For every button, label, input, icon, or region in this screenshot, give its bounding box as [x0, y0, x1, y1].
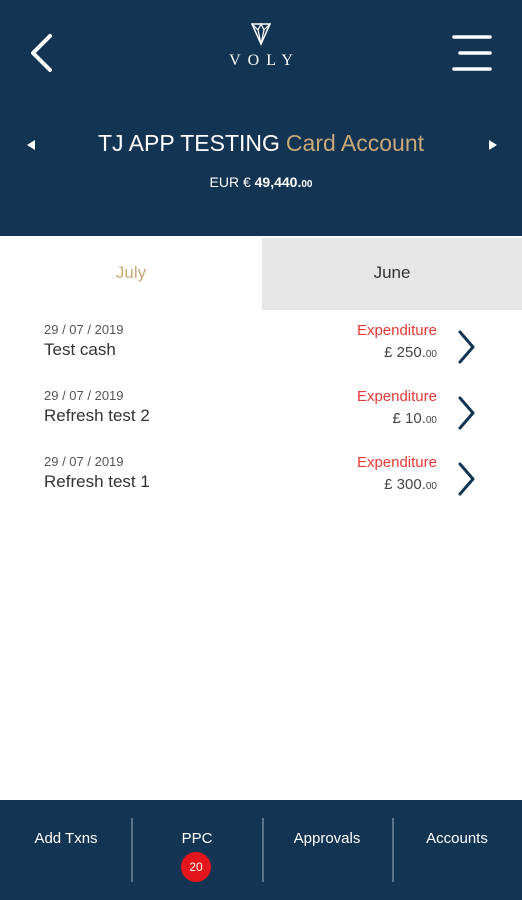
transaction-row[interactable]: 29 / 07 / 2019 Refresh test 2 Expenditur… [0, 388, 522, 452]
ppc-count-badge: 20 [181, 852, 211, 882]
nav-ppc-label: PPC [181, 830, 213, 847]
brand-logo: VOLY [211, 22, 311, 78]
transaction-row[interactable]: 29 / 07 / 2019 Refresh test 1 Expenditur… [0, 454, 522, 518]
transaction-type: Expenditure [356, 388, 437, 405]
balance-decimals: 00 [301, 179, 313, 190]
logo-text: VOLY [229, 52, 300, 69]
account-name: TJ APP TESTING [97, 130, 280, 156]
transaction-amount: £ 10.00 [393, 410, 438, 427]
nav-add-txns[interactable]: Add Txns [0, 800, 132, 900]
transaction-amount-main: £ 300. [384, 476, 426, 493]
transaction-description: Test cash [44, 340, 116, 359]
transaction-amount-decimals: 00 [425, 481, 437, 492]
menu-button[interactable] [450, 32, 494, 74]
transaction-amount: £ 250.00 [384, 344, 437, 361]
transaction-description: Refresh test 1 [44, 472, 150, 491]
chevron-right-icon[interactable] [456, 462, 476, 496]
back-arrow-icon [31, 34, 52, 72]
transaction-amount-main: £ 10. [392, 410, 426, 427]
account-balance: EUR € 49,440.00 [0, 174, 522, 190]
tab-july[interactable]: July [0, 238, 262, 310]
transaction-date: 29 / 07 / 2019 [44, 322, 124, 337]
transaction-type: Expenditure [356, 454, 437, 471]
nav-ppc[interactable]: PPC 20 [132, 800, 262, 900]
transaction-amount-main: £ 250. [384, 344, 426, 361]
month-tabs: July June [0, 238, 522, 310]
transaction-date: 29 / 07 / 2019 [44, 454, 124, 469]
hamburger-menu-icon [452, 35, 492, 71]
nav-approvals-label: Approvals [293, 830, 361, 847]
nav-approvals[interactable]: Approvals [262, 800, 392, 900]
transaction-description: Refresh test 2 [44, 406, 150, 425]
transaction-date: 29 / 07 / 2019 [44, 388, 124, 403]
balance-amount: 49,440. [254, 174, 302, 190]
right-triangle-icon [489, 140, 497, 150]
app-header: VOLY TJ APP TESTING Card Account EUR € 49… [0, 0, 522, 236]
voly-diamond-logo [250, 22, 272, 46]
next-account-button[interactable] [486, 137, 500, 153]
tab-june[interactable]: June [262, 238, 522, 310]
transaction-amount-decimals: 00 [425, 415, 437, 426]
balance-currency: EUR € [209, 174, 251, 190]
nav-add-txns-label: Add Txns [34, 830, 98, 847]
chevron-right-icon[interactable] [456, 330, 476, 364]
nav-accounts-label: Accounts [426, 830, 488, 847]
account-type: Card Account [285, 130, 425, 156]
bottom-nav: Add Txns PPC 20 Approvals Accounts [0, 800, 522, 900]
back-button[interactable] [24, 32, 64, 74]
chevron-right-icon[interactable] [456, 396, 476, 430]
account-title: TJ APP TESTING Card Account [0, 130, 522, 157]
transaction-amount: £ 300.00 [384, 476, 437, 493]
nav-accounts[interactable]: Accounts [392, 800, 522, 900]
transaction-row[interactable]: 29 / 07 / 2019 Test cash Expenditure £ 2… [0, 322, 522, 386]
transaction-amount-decimals: 00 [425, 349, 437, 360]
transaction-type: Expenditure [356, 322, 437, 339]
